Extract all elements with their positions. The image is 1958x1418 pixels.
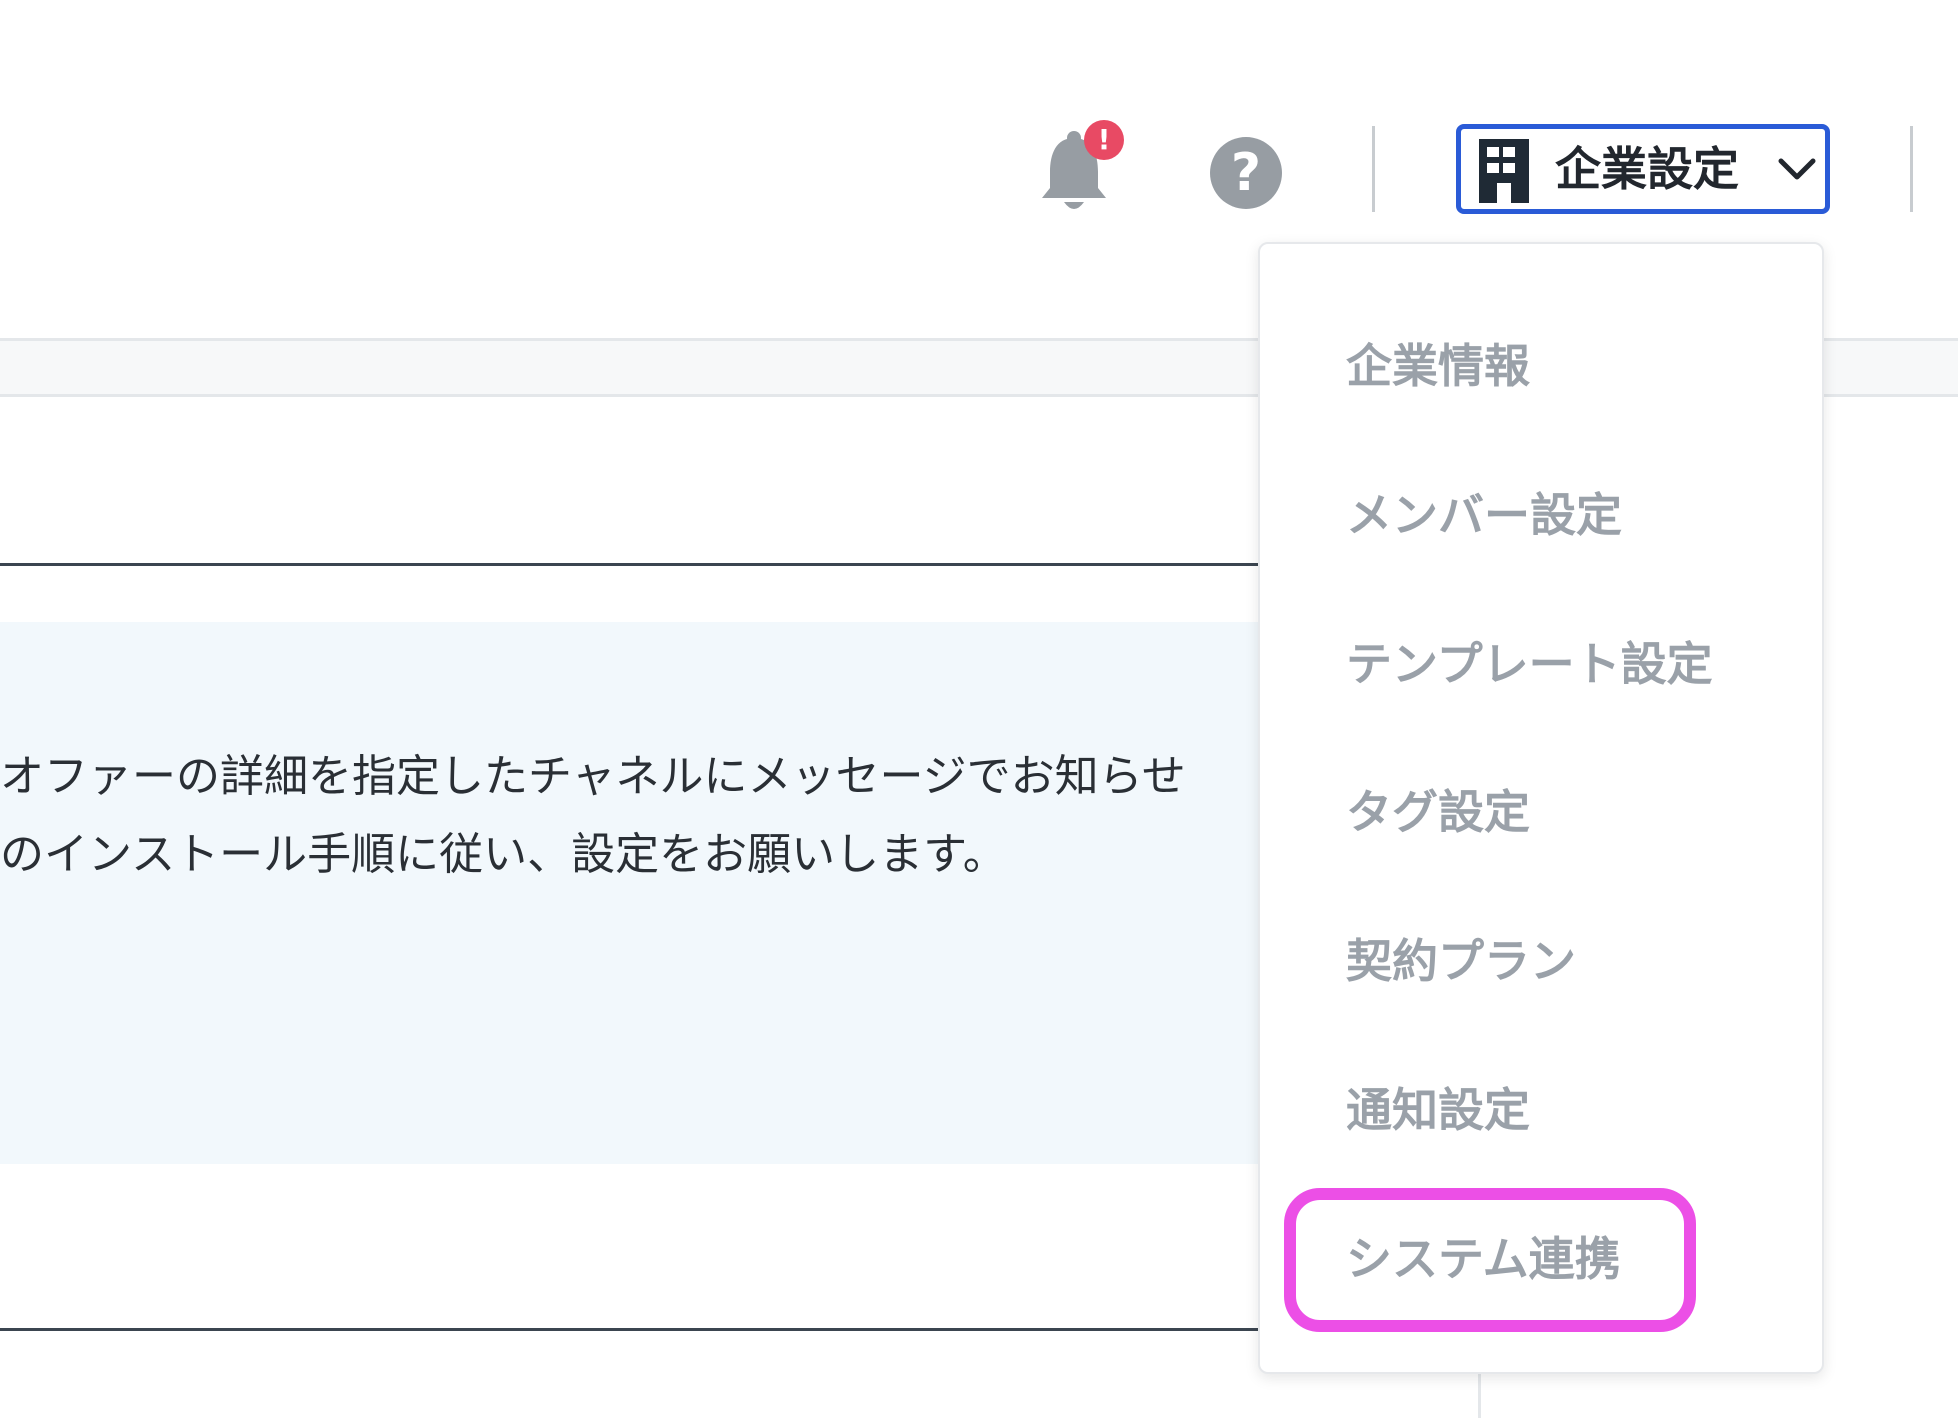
notification-badge: !: [1084, 120, 1124, 160]
menu-item-member-settings[interactable]: メンバー設定: [1346, 475, 1622, 555]
section-divider-top: [0, 563, 1260, 566]
company-settings-label: 企業設定: [1555, 142, 1739, 196]
company-settings-dropdown: 企業情報 メンバー設定 テンプレート設定 タグ設定 契約プラン 通知設定 システ…: [1258, 242, 1824, 1374]
header-divider: [1372, 126, 1375, 212]
menu-item-contract-plan[interactable]: 契約プラン: [1346, 921, 1576, 1001]
header-divider-right: [1910, 126, 1913, 212]
menu-item-notification-settings[interactable]: 通知設定: [1346, 1070, 1530, 1150]
menu-item-template-settings[interactable]: テンプレート設定: [1346, 624, 1713, 704]
menu-item-company-info[interactable]: 企業情報: [1346, 326, 1530, 406]
company-settings-button[interactable]: 企業設定: [1456, 124, 1830, 214]
menu-item-system-integration[interactable]: システム連携: [1346, 1219, 1621, 1299]
building-icon: [1479, 139, 1529, 203]
menu-item-tag-settings[interactable]: タグ設定: [1346, 772, 1530, 852]
help-icon[interactable]: ?: [1210, 137, 1282, 209]
info-text-line-1: オファーの詳細を指定したチャネルにメッセージでお知らせ: [0, 751, 1186, 802]
chevron-down-icon: [1778, 158, 1816, 180]
section-divider-bottom: [0, 1328, 1260, 1331]
info-text-line-2: のインストール手順に従い、設定をお願いします。: [0, 829, 1007, 880]
info-box: オファーの詳細を指定したチャネルにメッセージでお知らせ のインストール手順に従い…: [0, 622, 1260, 1164]
